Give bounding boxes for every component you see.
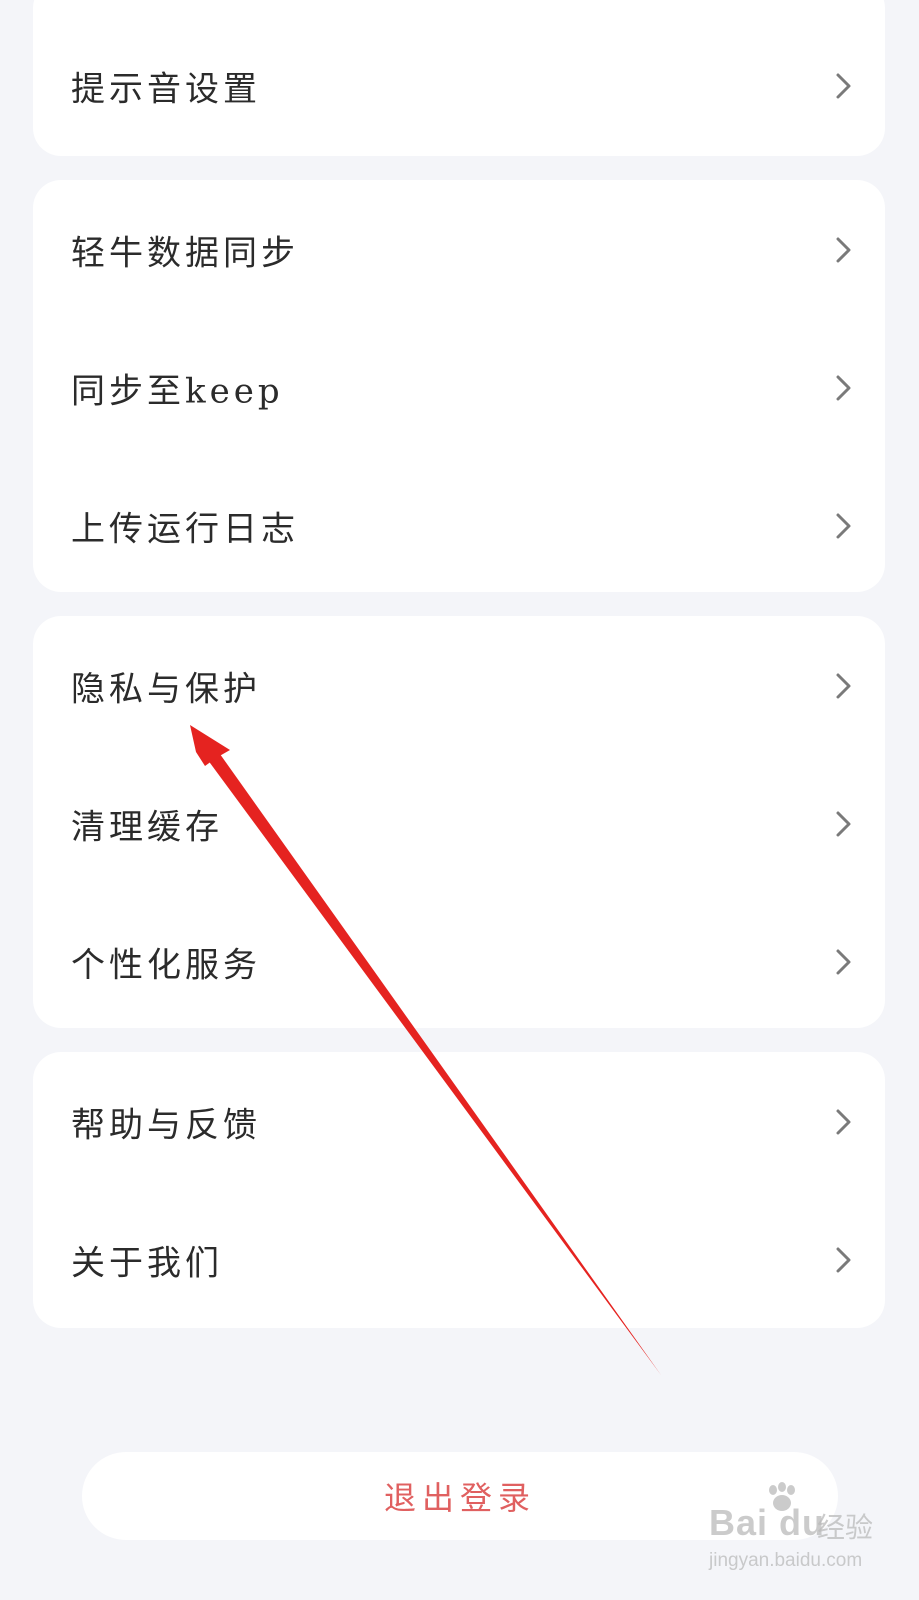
chevron-right-icon: [836, 673, 851, 699]
settings-item-label: 同步至keep: [71, 371, 284, 412]
settings-group-sound: 提示音设置: [33, 0, 885, 156]
settings-item-clear-cache[interactable]: 清理缓存: [33, 754, 885, 894]
watermark-url: jingyan.baidu.com: [709, 1550, 863, 1571]
chevron-right-icon: [836, 375, 851, 401]
settings-item-label: 提示音设置: [71, 69, 261, 110]
settings-item-qingniu-data-sync[interactable]: 轻牛数据同步: [33, 180, 885, 320]
chevron-right-icon: [836, 811, 851, 837]
settings-item-privacy-protection[interactable]: 隐私与保护: [33, 616, 885, 756]
chevron-right-icon: [836, 1247, 851, 1273]
settings-item-personalized-service[interactable]: 个性化服务: [33, 892, 885, 1028]
watermark-brand-cn: 经验: [817, 1511, 874, 1544]
settings-item-label: 轻牛数据同步: [71, 233, 299, 274]
chevron-right-icon: [836, 237, 851, 263]
settings-group-privacy: 隐私与保护 清理缓存 个性化服务: [33, 616, 885, 1028]
chevron-right-icon: [836, 949, 851, 975]
settings-item-label: 隐私与保护: [71, 669, 261, 710]
settings-item-upload-log[interactable]: 上传运行日志: [33, 456, 885, 592]
watermark-brand: Bai du: [709, 1502, 826, 1543]
settings-item-label: 上传运行日志: [71, 509, 299, 550]
settings-group-sync: 轻牛数据同步 同步至keep 上传运行日志: [33, 180, 885, 592]
baidu-jingyan-watermark: Bai du 经验 jingyan.baidu.com: [705, 1482, 885, 1578]
settings-item-notification-sound[interactable]: 提示音设置: [33, 16, 885, 156]
settings-item-sync-to-keep[interactable]: 同步至keep: [33, 318, 885, 458]
settings-item-help-feedback[interactable]: 帮助与反馈: [33, 1052, 885, 1192]
settings-item-label: 帮助与反馈: [71, 1105, 261, 1146]
settings-item-label: 个性化服务: [71, 945, 261, 986]
settings-item-label: 关于我们: [71, 1243, 223, 1284]
settings-group-help: 帮助与反馈 关于我们: [33, 1052, 885, 1328]
settings-item-about-us[interactable]: 关于我们: [33, 1190, 885, 1328]
chevron-right-icon: [836, 1109, 851, 1135]
chevron-right-icon: [836, 513, 851, 539]
settings-item-label: 清理缓存: [71, 807, 223, 848]
chevron-right-icon: [836, 73, 851, 99]
